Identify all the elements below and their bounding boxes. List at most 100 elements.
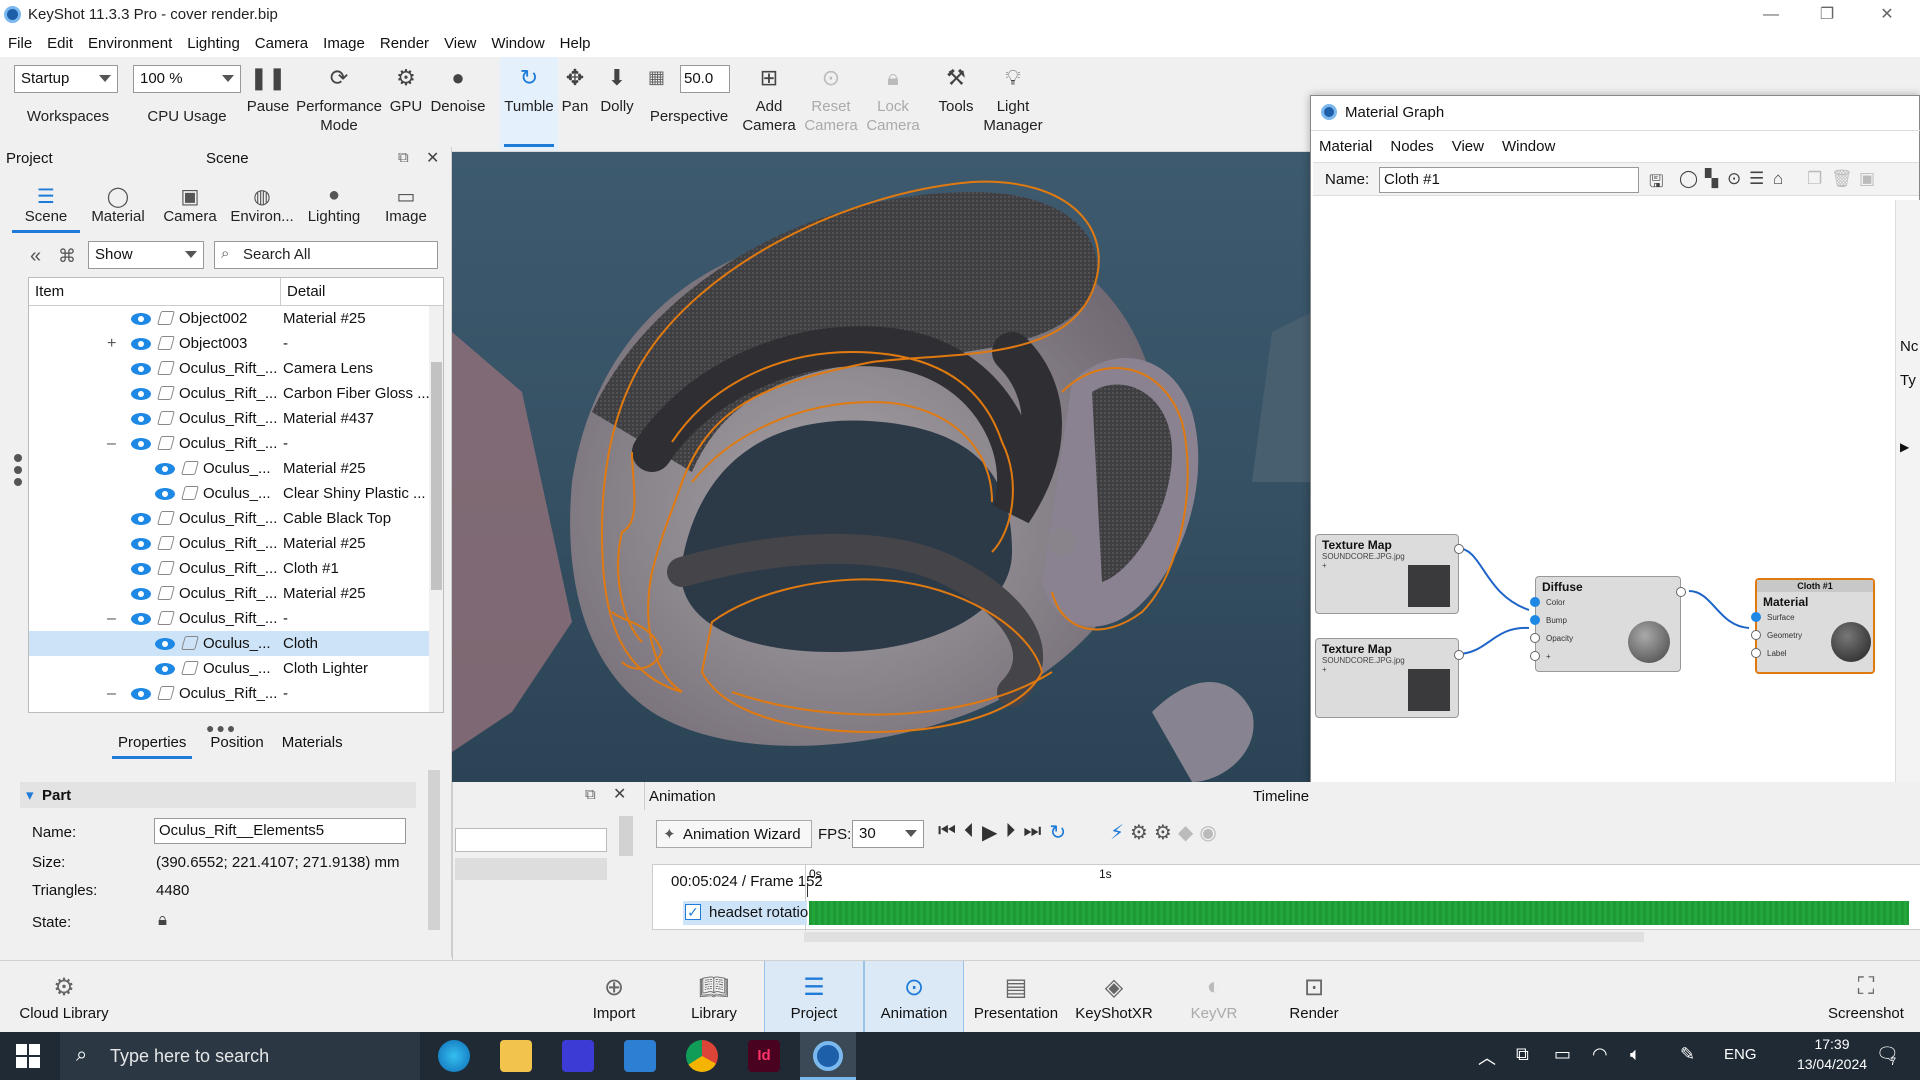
performance-mode-button[interactable]: ⟳ Performance Mode [296,57,382,151]
tree-row[interactable]: Oculus_Rift_... Material #437 [29,406,429,431]
volume-icon[interactable]: 🔈︎ [1630,1044,1641,1065]
add-camera-button[interactable]: ⊞ Add Camera [742,57,796,151]
mg-menu-window[interactable]: Window [1502,138,1555,155]
pause-button[interactable]: ❚❚ Pause [244,57,292,151]
tree-row[interactable]: Object002 Material #25 [29,306,429,331]
sliders-icon[interactable]: ☰ [1749,169,1764,189]
part-section-header[interactable]: ▾ Part [20,782,416,808]
settings-gear-icon[interactable]: ⚙ [1130,820,1148,845]
tree-row[interactable]: – Oculus_Rift_... - [29,681,429,706]
tree-row[interactable]: Oculus_Rift_... Cable Black Top [29,506,429,531]
properties-scrollbar[interactable] [428,770,440,930]
tree-row[interactable]: Oculus_... Clear Shiny Plastic ... [29,481,429,506]
secondary-input[interactable] [455,828,607,852]
tab-lighting[interactable]: ● Lighting [298,177,370,229]
cpu-usage-dropdown[interactable]: 100 % [133,65,241,93]
visibility-eye-icon[interactable] [155,663,175,675]
tree-row[interactable]: – Oculus_Rift_... - [29,431,429,456]
diffuse-node[interactable]: Diffuse Color Bump Opacity + [1530,576,1686,672]
float-panel-icon[interactable]: ⧉ [398,149,409,166]
perspective-field[interactable]: 50.0 [680,65,730,93]
detail-column-header[interactable]: Detail [281,278,331,305]
keyframe-settings-icon[interactable]: ⚙ [1154,820,1172,845]
play-circle-icon[interactable]: ⊙ [1727,169,1741,189]
visibility-eye-icon[interactable] [131,313,151,325]
tab-materials[interactable]: Materials [282,734,343,759]
mail-icon[interactable] [624,1040,656,1072]
tray-chevron-icon[interactable]: ︿ [1478,1044,1496,1070]
keyframe-bar[interactable] [809,901,1909,925]
diamond-icon[interactable]: ◆ [1178,820,1193,845]
checker-icon[interactable]: ▚ [1705,169,1718,189]
tree-row[interactable]: Oculus_... Material #25 [29,456,429,481]
copy-icon[interactable]: ❐ [1807,169,1822,189]
item-column-header[interactable]: Item [29,278,281,305]
tree-row[interactable]: Oculus_Rift_... Material #25 [29,531,429,556]
tree-scroll-thumb[interactable] [431,362,442,590]
close-icon[interactable]: ✕ [1876,4,1898,26]
pan-button[interactable]: ✥ Pan [560,57,590,151]
menu-help[interactable]: Help [560,35,591,52]
track-row[interactable]: ✓ headset rotation 7 [683,901,829,925]
tree-row[interactable]: Oculus_... Cloth Lighter [29,656,429,681]
battery-icon[interactable]: ▭ [1554,1044,1571,1065]
expand-icon[interactable]: + [107,331,116,356]
tray-app-icon[interactable]: ⧉ [1516,1044,1529,1065]
tab-material[interactable]: ◯ Material [82,177,154,229]
animation-button[interactable]: ⊙ Animation [864,961,964,1033]
visibility-eye-icon[interactable] [131,338,151,350]
animation-wizard-button[interactable]: ✦ Animation Wizard [656,820,812,848]
visibility-eye-icon[interactable] [131,513,151,525]
menu-image[interactable]: Image [323,35,365,52]
tab-scene[interactable]: ☰ Scene [10,177,82,233]
cloud-library-button[interactable]: ⚙ Cloud Library [14,961,114,1033]
loop-icon[interactable]: ↻ [1049,820,1066,845]
close-panel-icon[interactable]: ✕ [613,784,626,804]
visibility-eye-icon[interactable] [131,438,151,450]
chrome-icon[interactable] [686,1040,718,1072]
scene-tree-filter-icon[interactable]: ⌘ [58,246,76,267]
visibility-eye-icon[interactable] [131,388,151,400]
lock-state-icon[interactable]: 🔒︎ [158,910,167,930]
project-button[interactable]: ☰ Project [764,961,864,1033]
presentation-button[interactable]: ▤ Presentation [964,961,1068,1033]
library-button[interactable]: 📖︎ Library [664,961,764,1033]
add-port[interactable] [1530,651,1540,661]
restore-icon[interactable]: ❐ [1816,4,1838,26]
visibility-eye-icon[interactable] [155,463,175,475]
motion-blur-icon[interactable]: ⚡ [1110,820,1124,845]
windows-start-icon[interactable] [16,1044,40,1068]
minimize-icon[interactable]: — [1760,4,1782,26]
screenshot-button[interactable]: ⛶ Screenshot [1816,961,1916,1033]
gpu-button[interactable]: ⚙ GPU [386,57,426,151]
save-material-icon[interactable]: 🖫 [1649,169,1663,198]
reset-camera-button[interactable]: ⊙ Reset Camera [804,57,858,151]
indesign-icon[interactable]: Id [748,1040,780,1072]
expand-arrow-icon[interactable]: ▶ [1900,440,1909,454]
track-checkbox[interactable]: ✓ [685,904,701,920]
close-panel-icon[interactable]: ✕ [426,148,439,168]
menu-environment[interactable]: Environment [88,35,172,52]
tree-row[interactable]: Oculus_Rift_... Cloth #1 [29,556,429,581]
bump-port[interactable] [1530,615,1540,625]
texture-output-port[interactable] [1454,544,1464,554]
tree-row[interactable]: + Object003 - [29,331,429,356]
file-explorer-icon[interactable] [500,1040,532,1072]
tumble-button[interactable]: ↻ Tumble [500,57,558,151]
menu-view[interactable]: View [444,35,476,52]
menu-lighting[interactable]: Lighting [187,35,240,52]
label-port[interactable] [1751,648,1761,658]
skip-end-icon[interactable]: ⏭ [1023,820,1041,845]
texture-map-node-1[interactable]: Texture Map SOUNDCORE.JPG.jpg + [1315,534,1464,614]
tree-row[interactable]: Oculus_Rift_... Camera Lens [29,356,429,381]
node-graph-canvas[interactable]: Texture Map SOUNDCORE.JPG.jpg + Texture … [1313,196,1875,856]
tab-camera[interactable]: ▣ Camera [154,177,226,229]
dolly-button[interactable]: ⬇ Dolly [594,57,640,151]
mg-menu-view[interactable]: View [1452,138,1484,155]
search-all-input[interactable]: ⌕ Search All [214,241,438,269]
workspace-dropdown[interactable]: Startup [14,65,118,93]
geometry-port[interactable] [1751,630,1761,640]
tree-row[interactable]: Oculus_Rift_... Carbon Fiber Gloss ... [29,381,430,406]
tab-environment[interactable]: ◍ Environ... [226,177,298,229]
step-forward-icon[interactable]: ⏵ [1005,820,1015,845]
